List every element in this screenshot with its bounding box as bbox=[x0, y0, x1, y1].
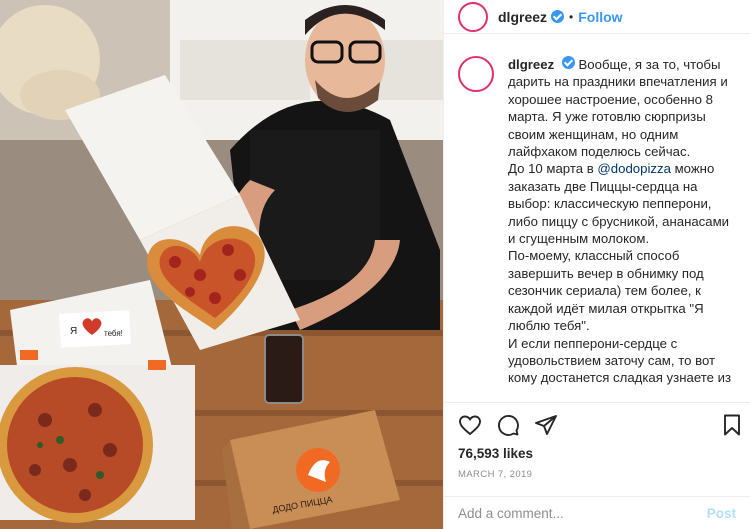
header-separator: • bbox=[569, 9, 574, 24]
caption-paragraph-4: И если пепперони-сердце с удовольствием … bbox=[508, 335, 732, 386]
caption-username[interactable]: dlgreez bbox=[508, 57, 554, 72]
verified-badge-icon bbox=[551, 10, 565, 23]
post-details-panel: dlgreez • Follow dlgreez Вообще, я за то… bbox=[443, 0, 750, 529]
author-avatar[interactable] bbox=[458, 1, 488, 32]
post-caption: dlgreez Вообще, я за то, чтобы дарить на… bbox=[508, 56, 740, 394]
comments-section[interactable]: dlgreez Вообще, я за то, чтобы дарить на… bbox=[458, 56, 742, 394]
post-date[interactable]: MARCH 7, 2019 bbox=[458, 469, 532, 480]
caption-paragraph-3: По-моему, классный способ завершить вече… bbox=[508, 248, 704, 334]
card-text-right: тебя! bbox=[104, 329, 123, 338]
comment-icon[interactable] bbox=[496, 413, 520, 437]
post-comment-button[interactable]: Post bbox=[707, 506, 736, 521]
caption-paragraph-2-start: До 10 марта в bbox=[508, 161, 598, 177]
comment-input[interactable] bbox=[458, 505, 707, 521]
heart-icon[interactable] bbox=[458, 413, 482, 437]
follow-button[interactable]: Follow bbox=[578, 9, 622, 25]
mention-link[interactable]: @dodopizza bbox=[597, 161, 671, 176]
paper-plane-icon[interactable] bbox=[534, 413, 558, 437]
photo-illustration: Я тебя! ДОДО ПИЦЦА bbox=[0, 0, 443, 529]
caption-verified-badge-icon bbox=[561, 56, 575, 69]
bookmark-icon[interactable] bbox=[720, 413, 744, 437]
post-photo[interactable]: Я тебя! ДОДО ПИЦЦА bbox=[0, 0, 443, 529]
likes-count[interactable]: 76,593 likes bbox=[458, 446, 533, 461]
add-comment-bar: Post bbox=[444, 496, 750, 529]
card-text-left: Я bbox=[70, 326, 77, 337]
caption-author-avatar[interactable] bbox=[458, 56, 494, 92]
author-username[interactable]: dlgreez bbox=[498, 9, 547, 25]
caption-paragraph-1: Вообще, я за то, чтобы дарить на праздни… bbox=[508, 57, 728, 160]
greeting-card: Я тебя! bbox=[59, 310, 131, 348]
action-bar bbox=[444, 402, 750, 446]
post-header: dlgreez • Follow bbox=[444, 0, 750, 34]
